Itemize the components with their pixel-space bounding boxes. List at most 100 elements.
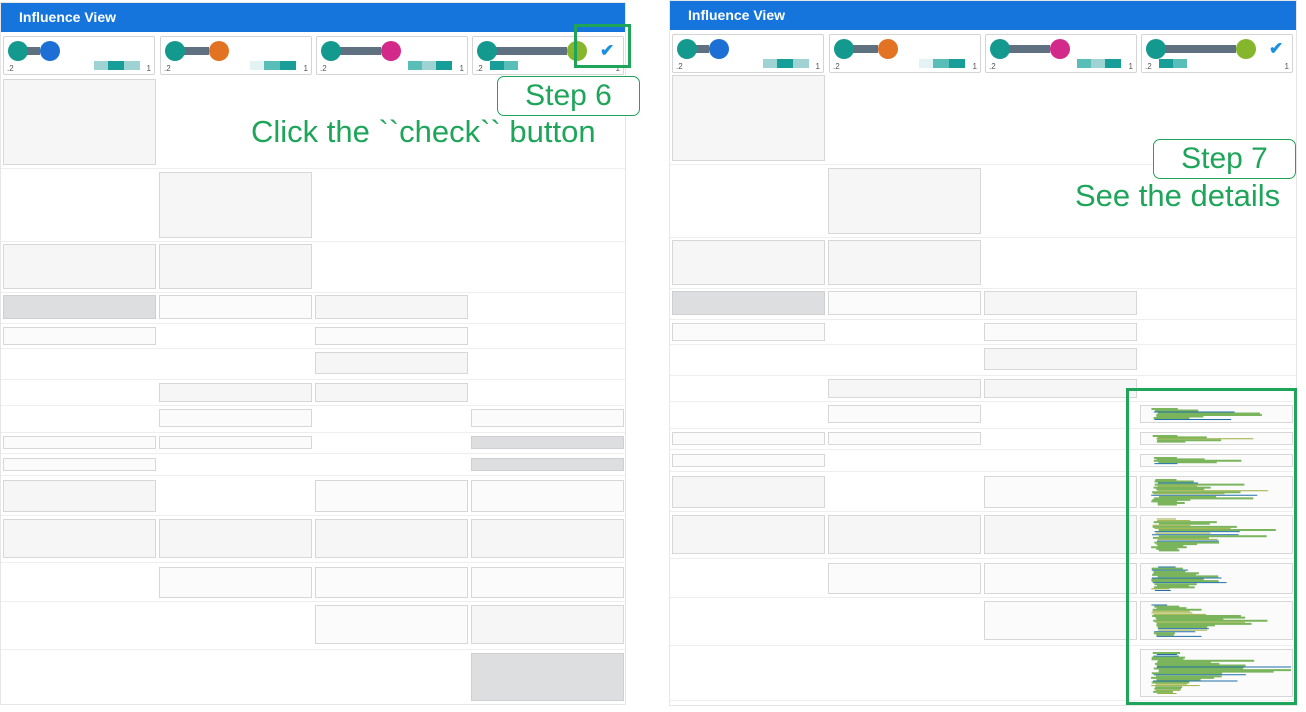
step6-label: Step 6 [497,76,640,116]
influence-edge-icon [852,45,878,53]
influence-cell[interactable] [3,327,156,345]
influence-cell[interactable] [672,476,825,508]
influence-cell[interactable] [315,352,468,374]
influence-cell[interactable] [471,409,624,427]
influence-cell[interactable] [471,458,624,471]
influence-cell[interactable] [828,240,981,285]
influence-cell[interactable] [984,323,1137,341]
step6-instruction: Click the ``check`` button [251,114,596,149]
influence-cell[interactable] [471,519,624,558]
strength-legend-bar [1159,59,1173,68]
influence-cell[interactable] [3,519,156,558]
influence-cell[interactable] [159,436,312,449]
influence-cell[interactable] [471,480,624,512]
strength-legend-bar [408,61,422,70]
row-divider [1,649,625,650]
influence-cell[interactable] [471,567,624,598]
strength-legend-bar [264,61,280,70]
influence-cell[interactable] [984,348,1137,370]
influence-cell[interactable] [672,323,825,341]
influence-cell[interactable] [3,295,156,319]
legend-max-label: 1 [303,64,308,73]
influence-cell[interactable] [672,515,825,554]
relation-card[interactable]: .2 1 [316,36,468,75]
influence-cell[interactable] [315,480,468,512]
strength-legend-bar [94,61,108,70]
strength-legend-bar [1105,59,1121,68]
influence-edge-icon [26,47,40,55]
relation-card[interactable]: .2 1 [829,34,981,73]
relation-card[interactable]: .2 1 [160,36,312,75]
row-divider [1,323,625,324]
influence-cell[interactable] [3,458,156,471]
influence-cell[interactable] [984,601,1137,640]
influence-cell[interactable] [984,476,1137,508]
influence-cell[interactable] [984,563,1137,594]
influence-cell[interactable] [828,515,981,554]
influence-cell[interactable] [828,563,981,594]
influence-cell[interactable] [159,172,312,238]
strength-legend-bar [422,61,436,70]
influence-cell[interactable] [984,291,1137,315]
influence-cell[interactable] [672,291,825,315]
influence-cell[interactable] [159,383,312,402]
influence-cell[interactable] [315,605,468,644]
influence-cell[interactable] [3,244,156,289]
source-node-icon [990,39,1010,59]
influence-cell[interactable] [828,405,981,423]
row-divider [1,704,625,705]
strength-legend-bar [919,59,933,68]
relation-card[interactable]: .2 1 [672,34,824,73]
influence-cell[interactable] [672,432,825,445]
influence-cell[interactable] [159,519,312,558]
strength-legend-bar [933,59,949,68]
influence-cell[interactable] [315,327,468,345]
strength-legend-bar [777,59,793,68]
influence-cell[interactable] [315,519,468,558]
influence-cell[interactable] [672,75,825,161]
influence-cell[interactable] [159,409,312,427]
row-divider [1,453,625,454]
relation-card[interactable]: .2 1 [3,36,155,75]
relation-card[interactable]: .2 1 ✔ [1141,34,1293,73]
influence-cell[interactable] [984,515,1137,554]
influence-cell[interactable] [471,653,624,701]
influence-cell[interactable] [159,244,312,289]
influence-edge-icon [1164,45,1236,53]
source-node-icon [321,41,341,61]
influence-cell[interactable] [828,168,981,234]
legend-min-label: .2 [833,62,840,71]
influence-cell[interactable] [3,436,156,449]
influence-cell[interactable] [828,432,981,445]
row-divider [670,375,1296,376]
row-divider [1,379,625,380]
influence-cell[interactable] [471,436,624,449]
influence-cell[interactable] [159,295,312,319]
influence-cell[interactable] [471,605,624,644]
target-node-icon [709,39,729,59]
influence-cell[interactable] [828,379,981,398]
row-divider [1,348,625,349]
check-icon[interactable]: ✔ [1269,39,1283,59]
details-column-highlight [1126,388,1297,705]
influence-cell[interactable] [672,240,825,285]
influence-cell[interactable] [3,79,156,165]
row-divider [1,562,625,563]
influence-cell[interactable] [315,295,468,319]
row-divider [670,319,1296,320]
influence-cell[interactable] [984,379,1137,398]
influence-cell[interactable] [672,454,825,467]
influence-cell[interactable] [159,567,312,598]
legend-min-label: .2 [1145,62,1152,71]
legend-max-label: 1 [815,62,820,71]
influence-cell[interactable] [3,480,156,512]
relation-card[interactable]: .2 1 [985,34,1137,73]
target-node-icon [209,41,229,61]
source-node-icon [834,39,854,59]
influence-cell[interactable] [828,291,981,315]
influence-cell[interactable] [315,383,468,402]
strength-legend-bar [504,61,518,70]
source-node-icon [165,41,185,61]
influence-cell[interactable] [315,567,468,598]
legend-min-label: .2 [164,64,171,73]
